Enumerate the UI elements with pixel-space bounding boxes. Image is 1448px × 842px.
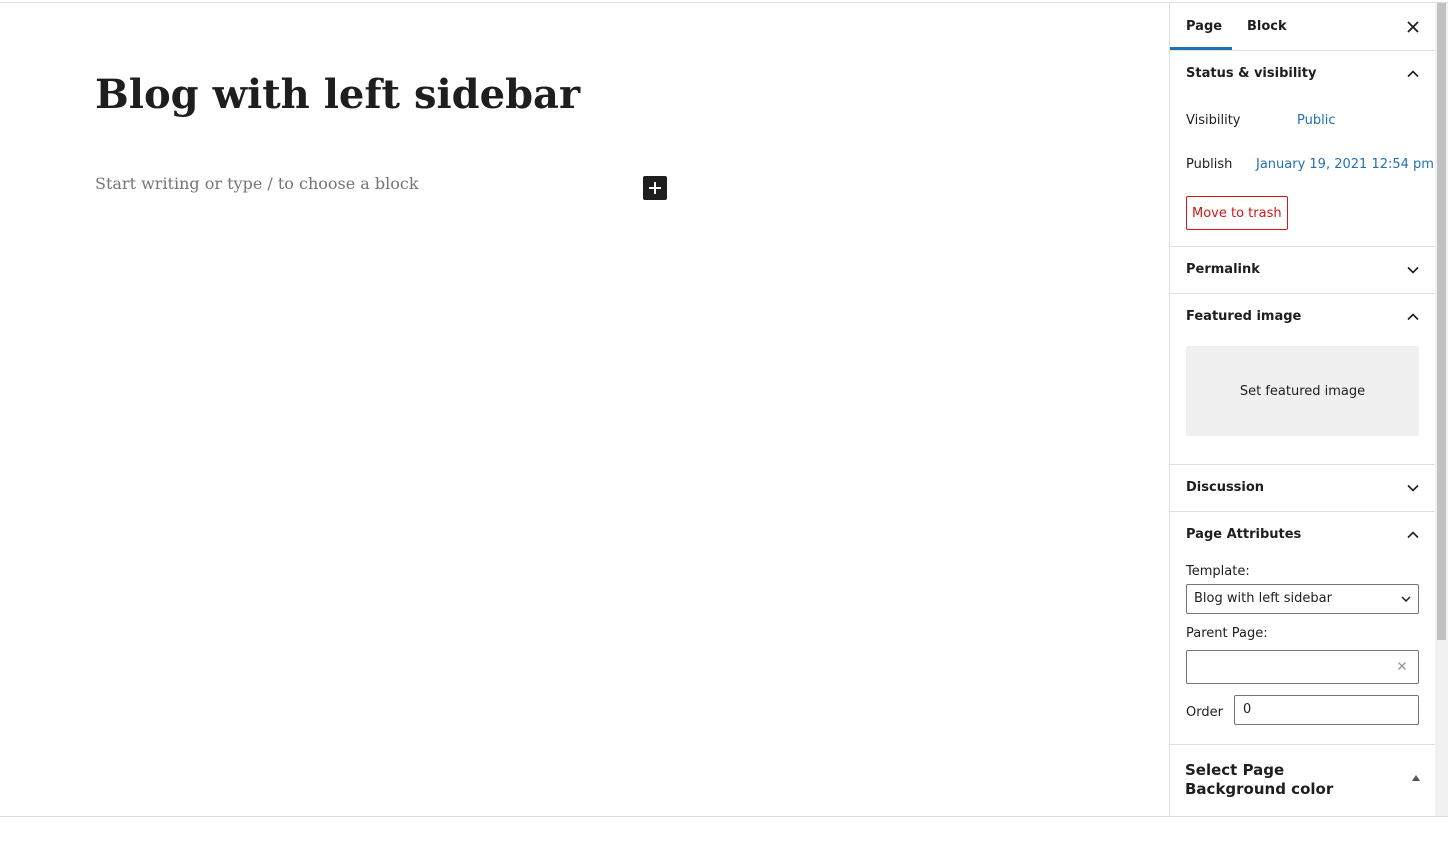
- panel-status-visibility-header[interactable]: Status & visibility: [1170, 51, 1435, 97]
- active-tab-indicator: [1170, 47, 1232, 50]
- panel-featured-image: Featured image Set featured image: [1170, 294, 1435, 465]
- panel-discussion: Discussion: [1170, 465, 1435, 512]
- settings-sidebar: Page Block Status & visibility Visibilit…: [1169, 3, 1435, 816]
- panel-discussion-header[interactable]: Discussion: [1170, 465, 1435, 511]
- template-select-value: Blog with left sidebar: [1194, 591, 1332, 606]
- panel-page-background: Select Page Background color: [1170, 745, 1435, 815]
- chevron-down-icon: [1401, 596, 1411, 603]
- template-label: Template:: [1186, 564, 1250, 579]
- tab-block[interactable]: Block: [1247, 3, 1287, 50]
- panel-title: Discussion: [1186, 480, 1265, 495]
- panel-permalink: Permalink: [1170, 247, 1435, 294]
- tab-page[interactable]: Page: [1186, 3, 1222, 50]
- plus-icon: [649, 182, 661, 194]
- template-select[interactable]: Blog with left sidebar: [1186, 584, 1419, 614]
- panel-title[interactable]: Select Page Background color: [1185, 761, 1375, 799]
- panel-title: Page Attributes: [1186, 527, 1302, 542]
- bottom-divider: [0, 816, 1448, 817]
- chevron-up-icon: [1407, 531, 1419, 539]
- panel-permalink-header[interactable]: Permalink: [1170, 247, 1435, 293]
- parent-page-combobox[interactable]: [1186, 650, 1419, 684]
- panel-title: Featured image: [1186, 309, 1302, 324]
- clear-icon[interactable]: [1395, 659, 1409, 673]
- chevron-down-icon: [1407, 266, 1419, 274]
- post-title[interactable]: Blog with left sidebar: [95, 69, 580, 121]
- collapse-arrow-icon[interactable]: [1412, 775, 1420, 781]
- panel-status-visibility: Status & visibility Visibility Public Pu…: [1170, 51, 1435, 247]
- parent-page-label: Parent Page:: [1186, 626, 1268, 641]
- visibility-toggle[interactable]: Public: [1297, 113, 1335, 128]
- order-input[interactable]: 0: [1234, 695, 1419, 725]
- panel-page-attributes: Page Attributes Template: Blog with left…: [1170, 512, 1435, 745]
- publish-label: Publish: [1186, 157, 1233, 172]
- sidebar-scrollbar-thumb[interactable]: [1437, 3, 1446, 640]
- sidebar-tabs: Page Block: [1170, 3, 1435, 51]
- editor-canvas[interactable]: Blog with left sidebar Start writing or …: [0, 3, 1169, 816]
- move-to-trash-button[interactable]: Move to trash: [1186, 196, 1288, 230]
- block-placeholder[interactable]: Start writing or type / to choose a bloc…: [95, 174, 419, 193]
- panel-page-attributes-header[interactable]: Page Attributes: [1170, 512, 1435, 558]
- chevron-up-icon: [1407, 70, 1419, 78]
- panel-featured-image-header[interactable]: Featured image: [1170, 294, 1435, 340]
- block-inserter-button[interactable]: [643, 176, 667, 200]
- chevron-down-icon: [1407, 484, 1419, 492]
- chevron-up-icon: [1407, 313, 1419, 321]
- visibility-label: Visibility: [1186, 113, 1241, 128]
- set-featured-image-button[interactable]: Set featured image: [1186, 346, 1419, 436]
- close-icon[interactable]: [1403, 17, 1423, 37]
- panel-title: Permalink: [1186, 262, 1260, 277]
- order-label: Order: [1186, 705, 1223, 720]
- panel-title: Status & visibility: [1186, 66, 1317, 81]
- publish-date-toggle[interactable]: January 19, 2021 12:54 pm: [1256, 157, 1434, 172]
